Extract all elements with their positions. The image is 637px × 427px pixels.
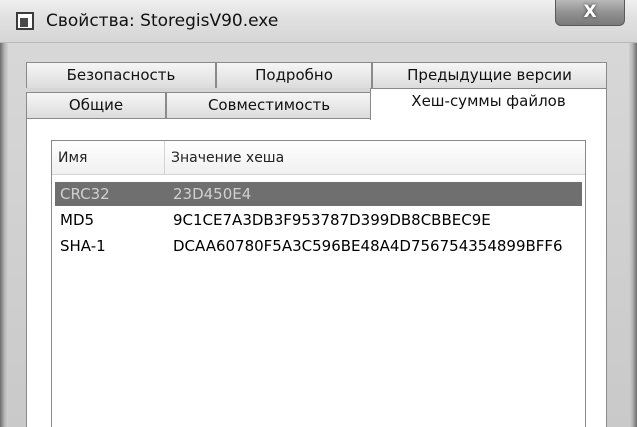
window-left-border (0, 0, 8, 427)
column-header-name[interactable]: Имя (52, 141, 165, 175)
hash-name: MD5 (60, 211, 95, 229)
hash-row-sha1[interactable]: SHA-1 DCAA60780F5A3C596BE48A4D7567543548… (55, 234, 582, 258)
hash-name: CRC32 (60, 185, 110, 203)
tab-details[interactable]: Подробно (216, 62, 372, 88)
hash-list[interactable]: Имя Значение хеша CRC32 23D450E4 MD5 9C1… (51, 140, 586, 427)
hash-name: SHA-1 (60, 237, 106, 255)
app-window-icon (16, 12, 34, 30)
tab-previous-versions[interactable]: Предыдущие версии (372, 62, 607, 88)
window-title: Свойства: StoregisV90.exe (46, 11, 279, 31)
tab-file-hashes[interactable]: Хеш-суммы файлов (370, 88, 607, 120)
tab-compatibility[interactable]: Совместимость (166, 92, 372, 118)
close-icon: X (583, 2, 597, 22)
hash-value: 9C1CE7A3DB3F953787D399DB8CBBEC9E (173, 211, 491, 229)
tab-file-hashes-label: Хеш-суммы файлов (411, 92, 566, 110)
tab-security[interactable]: Безопасность (26, 62, 216, 88)
hash-value: 23D450E4 (173, 185, 252, 203)
title-bar[interactable]: Свойства: StoregisV90.exe (0, 0, 637, 43)
tab-general[interactable]: Общие (26, 92, 166, 118)
hash-row-md5[interactable]: MD5 9C1CE7A3DB3F953787D399DB8CBBEC9E (55, 208, 582, 232)
hash-row-crc32[interactable]: CRC32 23D450E4 (55, 182, 582, 206)
window-right-border (629, 0, 637, 427)
hash-value: DCAA60780F5A3C596BE48A4D756754354899BFF6 (173, 237, 563, 255)
column-header-hash-value[interactable]: Значение хеша (165, 141, 585, 175)
properties-window: Свойства: StoregisV90.exe X Безопасность… (0, 0, 637, 427)
close-button[interactable]: X (555, 0, 625, 26)
